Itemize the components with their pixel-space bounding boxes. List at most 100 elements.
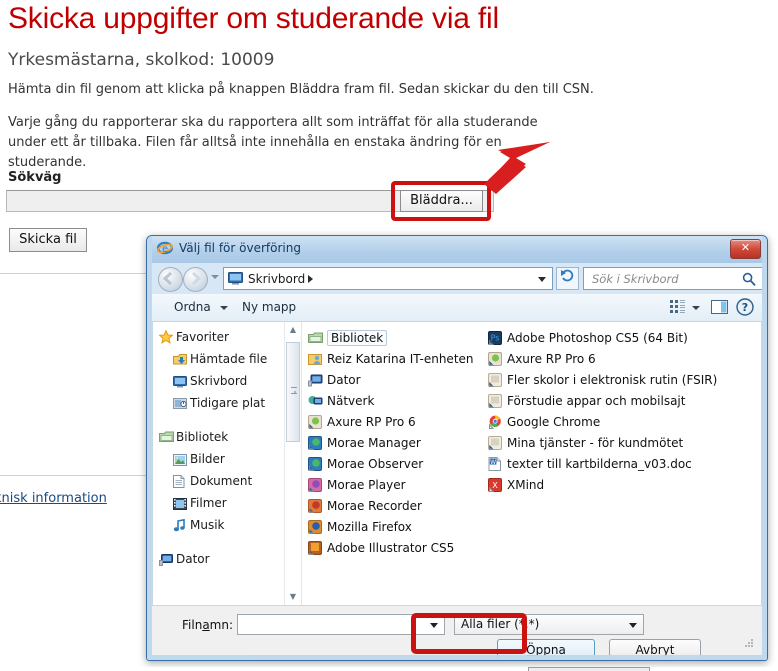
file-item[interactable]: Morae Observer [308,454,474,475]
nav-item-bibliotek[interactable]: Bibliotek [153,426,301,448]
address-bar[interactable]: Skrivbord [223,267,553,290]
file-open-dialog: e Välj fil för överföring ✕ Skrivbord Sö… [146,235,768,661]
file-item[interactable]: Ps Adobe Photoshop CS5 (64 Bit) [488,328,736,349]
file-label: Morae Player [327,478,406,492]
breadcrumb-separator-icon [308,275,313,283]
file-label: Morae Recorder [327,499,422,513]
back-button[interactable] [158,267,183,292]
file-item[interactable]: Mina tjänster - för kundmötet [488,433,736,454]
scrollbar-thumb[interactable] [286,342,300,442]
back-arrow-icon [162,271,173,286]
nav-label: Dator [176,552,210,566]
nav-item-bilder[interactable]: Bilder [153,448,301,470]
music-icon [173,517,190,539]
scroll-up-icon[interactable]: ▲ [285,322,301,338]
divider-bottom [0,475,148,476]
file-item[interactable]: Axure RP Pro 6 [488,349,736,370]
file-item[interactable]: Reiz Katarina IT-enheten [308,349,474,370]
nav-label: Tidigare plat [190,396,266,410]
partial-element-bottom [528,667,650,671]
file-type-dropdown-icon[interactable] [629,623,637,628]
shortcut-icon [308,541,327,559]
shortcut-icon [308,520,327,538]
instruction-paragraph-1: Hämta din fil genom att klicka på knappe… [8,82,594,97]
file-label: Reiz Katarina IT-enheten [327,352,474,366]
nav-item-tidigare-platser[interactable]: Tidigare plat [153,392,301,414]
file-label: XMind [507,478,545,492]
shortcut-icon [488,394,507,412]
view-mode-icon[interactable] [669,299,686,316]
file-item[interactable]: X XMind [488,475,736,496]
file-item[interactable]: Google Chrome [488,412,736,433]
file-label: Fler skolor i elektronisk rutin (FSIR) [507,373,718,387]
nav-item-filmer[interactable]: Filmer [153,492,301,514]
help-icon[interactable]: ? [736,298,754,316]
nav-label: Hämtade file [190,352,268,366]
file-label: Nätverk [327,394,375,408]
file-item[interactable]: Förstudie appar och mobilsajt [488,391,736,412]
page-subtitle: Yrkesmästarna, skolkod: 10009 [8,50,275,70]
file-item[interactable]: Bibliotek [308,328,474,349]
resize-grip-icon[interactable] [745,639,754,648]
organize-menu[interactable]: Ordna [174,300,211,314]
nav-item-hamtade-filer[interactable]: Hämtade file [153,348,301,370]
search-icon[interactable] [742,272,756,286]
file-item[interactable]: Fler skolor i elektronisk rutin (FSIR) [488,370,736,391]
close-icon[interactable]: ✕ [730,239,761,259]
navpane-scrollbar[interactable]: ▲ ▼ [284,322,301,605]
address-dropdown-icon[interactable] [538,277,546,282]
file-label: Dator [327,373,361,387]
recent-locations-icon[interactable] [211,275,219,279]
dialog-body: Favoriter Hämtade file Skrivbord Tidigar… [152,321,762,606]
open-button-highlight-box [411,613,527,654]
nav-item-dokument[interactable]: Dokument [153,470,301,492]
file-label: Axure RP Pro 6 [507,352,596,366]
file-item[interactable]: Nätverk [308,391,474,412]
file-item[interactable]: Adobe Illustrator CS5 [308,538,474,559]
dialog-title-bar[interactable]: e Välj fil för överföring ✕ [147,236,767,263]
file-item[interactable]: Dator [308,370,474,391]
shortcut-icon [488,352,507,370]
search-placeholder: Sök i Skrivbord [592,272,679,286]
desktop-icon [228,272,243,285]
cancel-button[interactable]: Avbryt [609,639,701,660]
computer-icon [308,373,327,391]
file-label: Adobe Photoshop CS5 (64 Bit) [507,331,688,345]
shortcut-icon [488,436,507,454]
nav-label: Bibliotek [176,430,229,444]
nav-item-favoriter[interactable]: Favoriter [153,326,301,348]
send-file-button[interactable]: Skicka fil [9,228,87,252]
refresh-button[interactable] [556,267,579,290]
network-icon [308,394,327,412]
forward-arrow-icon [191,271,202,286]
new-folder-button[interactable]: Ny mapp [242,300,296,314]
view-mode-chevron-icon[interactable] [692,306,700,310]
forward-button[interactable] [183,267,208,292]
search-box[interactable]: Sök i Skrivbord [583,267,763,290]
file-item[interactable]: Mozilla Firefox [308,517,474,538]
shortcut-icon: Ps [488,331,507,349]
nav-label: Bilder [190,452,225,466]
shortcut-icon [308,478,327,496]
shortcut-icon [308,499,327,517]
file-item[interactable]: W texter till kartbilderna_v03.doc [488,454,736,475]
nav-item-musik[interactable]: Musik [153,514,301,536]
preview-pane-icon[interactable] [711,299,728,316]
file-item[interactable]: Axure RP Pro 6 [308,412,474,433]
file-item[interactable]: Morae Player [308,475,474,496]
file-list-column-2: Ps Adobe Photoshop CS5 (64 Bit) Axure RP… [488,328,736,605]
file-item[interactable]: Morae Manager [308,433,474,454]
svg-text:Ps: Ps [491,334,500,343]
chrome-icon [488,415,507,433]
nav-item-dator[interactable]: Dator [153,548,301,570]
scroll-down-icon[interactable]: ▼ [285,589,301,605]
nav-item-skrivbord[interactable]: Skrivbord [153,370,301,392]
file-item[interactable]: Morae Recorder [308,496,474,517]
nav-label: Favoriter [176,330,229,344]
shortcut-icon [308,436,327,454]
technical-information-link[interactable]: knisk information [0,491,107,506]
filename-label: Filnamn: [182,618,234,632]
nav-label: Filmer [190,496,227,510]
chevron-down-icon[interactable] [220,306,228,310]
file-list-column-1: Bibliotek Reiz Katarina IT-enheten Dator [308,328,474,605]
